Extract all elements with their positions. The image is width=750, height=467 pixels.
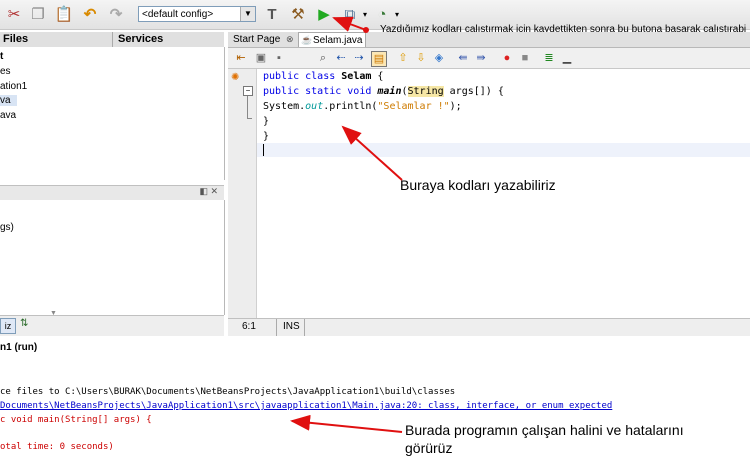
redo-icon[interactable]: ↷ [106,4,126,24]
tab-divider [112,32,113,47]
field-name: out [305,101,324,112]
output-window-title: n1 (run) [0,340,750,357]
shift-left-icon[interactable]: ⇚ [456,51,470,65]
warning-icon[interactable]: ✺ [231,72,239,83]
insert-mode: INS [283,321,300,332]
undo-icon[interactable]: ↶ [80,4,100,24]
filter-icon[interactable]: ⇅ [20,318,28,329]
navigator-pane: gs) [0,200,225,315]
fold-end [247,118,252,119]
files-tree: t es ation1 va ava [0,47,225,180]
code-line-5: } [263,131,270,142]
current-line-highlight [257,143,750,157]
window-controls-icon[interactable]: ◧ ✕ [199,186,218,197]
previous-bookmark-icon[interactable]: ⇧ [396,51,410,65]
record-macro-icon[interactable]: ● [500,51,514,65]
tab-files[interactable]: Files [3,32,28,47]
shift-right-icon[interactable]: ⇛ [474,51,488,65]
back-history-icon[interactable]: ⇤ [234,51,248,65]
tree-item-selected[interactable]: va [0,95,17,106]
code-text: ); [449,101,462,112]
tab-start-page[interactable]: Start Page [233,32,280,47]
sort-button[interactable]: iz [0,318,16,334]
paste-icon[interactable]: 📋 [54,4,74,24]
tree-item[interactable]: ation1 [0,81,27,92]
editor-tab-bar: Start Page ⊗ ☕ Selam.java [228,32,750,48]
clean-build-icon[interactable]: ⚒ [288,4,308,24]
find-previous-icon[interactable]: ⇠ [334,51,348,65]
find-next-icon[interactable]: ⇢ [352,51,366,65]
editor-status-bar: 6:1 INS [228,318,750,336]
status-divider [276,319,277,336]
navigator-member[interactable]: gs) [0,222,14,233]
tree-item[interactable]: t [0,51,3,62]
error-line: otal time: 0 seconds) [0,442,114,452]
next-bookmark-icon[interactable]: ⇩ [414,51,428,65]
code-line-3: System.out.println("Selamlar !"); [263,101,462,112]
code-text: args[]) { [443,86,504,97]
find-icon[interactable]: ⌕ [316,51,330,65]
config-select[interactable]: <default config> ▼ [138,6,256,22]
fold-icon[interactable]: − [243,86,253,96]
output-console: ce files to C:\Users\BURAK\Documents\Net… [0,356,750,467]
type-highlight: String [407,86,444,97]
output-line: ce files to C:\Users\BURAK\Documents\Net… [0,387,456,397]
method-name: main [377,86,402,97]
text-cursor [263,144,264,156]
code-line-1: public class Selam { [263,71,383,82]
editor-toolbar: ⇤ ▣ ▪ ⌕ ⇠ ⇢ ▤ ⇧ ⇩ ◈ ⇚ ⇛ ● ■ ≣ ▁ [228,48,750,69]
navigator-header: ◧ ✕ [0,185,224,201]
code-editor[interactable]: public class Selam { public static void … [257,69,750,318]
chevron-down-icon: ▼ [240,7,255,21]
code-text: { [371,71,384,82]
output-note-line-2: görürüz [405,440,453,456]
profile-icon[interactable]: ◔ [372,4,392,24]
tab-selam-java[interactable]: ☕ Selam.java [298,32,366,47]
cut-icon[interactable]: ✂ [4,4,24,24]
last-edit-icon[interactable]: ▣ [254,51,268,65]
code-text: .println( [323,101,378,112]
error-link[interactable]: Documents\NetBeansProjects\JavaApplicati… [0,401,612,411]
code-area-note: Buraya kodları yazabiliriz [400,177,556,193]
tree-item[interactable]: ava [0,110,16,121]
caret-position: 6:1 [242,321,256,332]
close-icon[interactable]: ⊗ [286,32,294,47]
splitter-arrow-icon[interactable]: ▼ [50,310,57,317]
comment-icon[interactable]: ≣ [542,51,556,65]
output-tab-label[interactable]: n1 (run) [0,342,37,353]
forward-history-icon[interactable]: ▪ [272,51,286,65]
profile-dropdown-icon[interactable]: ▾ [392,4,402,24]
status-divider [304,319,305,336]
toggle-bookmark-icon[interactable]: ◈ [432,51,446,65]
keyword: public static void [263,86,378,97]
class-name: Selam [341,71,372,82]
tree-item[interactable]: es [0,66,11,77]
code-line-2: public static void main(String args[]) { [263,86,504,97]
stop-macro-icon[interactable]: ■ [518,51,532,65]
copy-icon[interactable]: ❐ [28,4,48,24]
debug-dropdown-icon[interactable]: ▾ [360,4,370,24]
run-icon[interactable]: ▶ [314,4,334,24]
uncomment-icon[interactable]: ▁ [560,51,574,65]
output-note-line-1: Burada programın çalışan halini ve hatal… [405,422,684,438]
code-line-4: } [263,116,270,127]
editor-gutter: ✺ − [228,69,257,318]
fold-line [247,96,248,118]
debug-icon[interactable]: ⧉ [340,4,360,24]
keyword: public class [263,71,342,82]
tab-services[interactable]: Services [118,32,163,47]
code-text: ( [401,86,408,97]
code-text: System. [263,101,306,112]
java-file-icon: ☕ [301,35,313,45]
toggle-highlight-icon[interactable]: ▤ [371,51,387,67]
string-literal: "Selamlar !" [377,101,450,112]
navigator-filter-bar: iz ⇅ ▼ [0,310,224,336]
files-tab-bar: Files Services [0,32,224,48]
tab-selam-java-label: Selam.java [313,35,363,46]
build-icon[interactable]: T [262,4,282,24]
error-line: c void main(String[] args) { [0,415,152,425]
config-select-value: <default config> [142,9,214,20]
